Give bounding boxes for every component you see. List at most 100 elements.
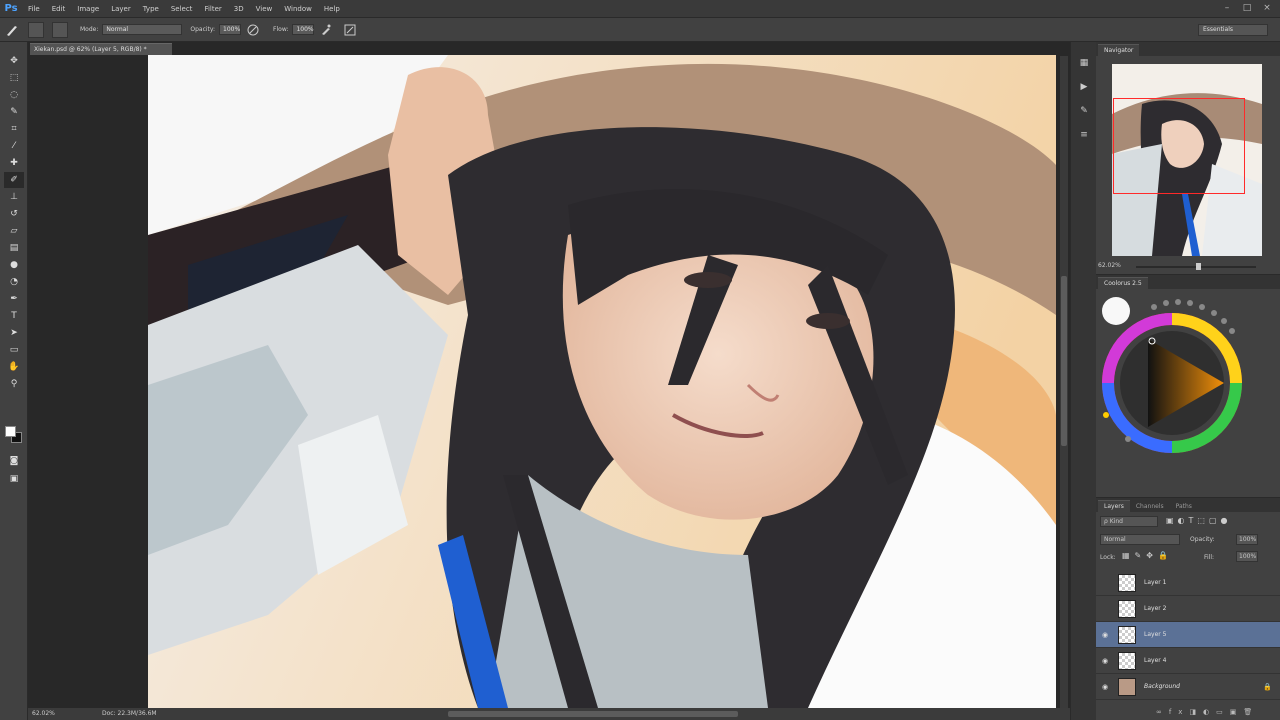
navigator-view-box[interactable] [1113,98,1245,194]
lock-icons[interactable]: ▦✎✥🔒 [1122,551,1173,560]
eye-icon[interactable]: ◉ [1096,631,1114,639]
mode-select[interactable]: Normal [102,24,183,35]
layers-tab[interactable]: Layers [1098,500,1130,512]
brush-panel-toggle-icon[interactable] [52,21,68,38]
document-tab[interactable]: Xiekan.psd @ 62% (Layer 5, RGB/8) * [30,43,172,55]
menu-file[interactable]: File [22,5,46,13]
history-brush-tool-icon[interactable]: ↺ [4,206,24,222]
horizontal-scroll-thumb[interactable] [448,711,738,717]
pressure-opacity-icon[interactable] [244,21,262,39]
pressure-size-icon[interactable] [341,21,359,39]
layer-row-layer-2[interactable]: Layer 2 [1096,596,1280,622]
layer-thumbnail [1118,677,1136,696]
vertical-scrollbar[interactable] [1060,56,1068,708]
lock-label: Lock: [1100,554,1116,561]
layer-filter-icons[interactable]: ▣◐T⬚▢● [1166,516,1232,525]
navigator-thumbnail[interactable] [1112,64,1262,256]
menu-layer[interactable]: Layer [105,5,137,13]
flow-field[interactable]: 100% [292,24,315,35]
navigator-zoom-slider[interactable] [1136,263,1256,270]
actions-panel-icon[interactable]: ▶ [1076,82,1092,98]
adjustments-icon[interactable]: ≡ [1076,130,1092,146]
layer-opacity-label: Opacity: [1190,536,1215,543]
coolorus-tab[interactable]: Coolorus 2.5 [1098,277,1148,289]
layer-filter-kind[interactable]: ρ Kind [1100,516,1158,527]
layer-row-background[interactable]: ◉ Background 🔒 [1096,674,1280,700]
brush-preset-picker[interactable] [28,21,44,38]
zoom-readout[interactable]: 62.02% [32,708,55,720]
menu-type[interactable]: Type [137,5,165,13]
airbrush-icon[interactable] [317,21,335,39]
blur-tool-icon[interactable]: ● [4,257,24,273]
eye-icon[interactable]: ◉ [1096,683,1114,691]
status-bar: 62.02% Doc: 22.3M/36.6M [28,708,1070,720]
menu-select[interactable]: Select [165,5,199,13]
navigator-zoom-field[interactable]: 62.02% [1098,262,1121,269]
flow-label: Flow: [273,26,289,33]
fill-field[interactable]: 100% [1236,551,1258,562]
maximize-button[interactable]: □ [1240,2,1254,14]
layer-bottom-icons[interactable]: ∞fx◨◐▭▣🗑 [1156,708,1259,716]
eraser-tool-icon[interactable]: ▱ [4,223,24,239]
opacity-field[interactable]: 100% [219,24,242,35]
lock-icon: 🔒 [1263,682,1272,691]
healing-tool-icon[interactable]: ✚ [4,155,24,171]
pen-tool-icon[interactable]: ✒ [4,291,24,307]
close-button[interactable]: × [1260,2,1274,14]
hand-tool-icon[interactable]: ✋ [4,359,24,375]
canvas-artwork[interactable] [148,55,1056,708]
menu-filter[interactable]: Filter [198,5,227,13]
foreground-color-swatch[interactable] [5,426,16,437]
document-area: Xiekan.psd @ 62% (Layer 5, RGB/8) * 62.0… [28,42,1070,720]
layer-name: Layer 5 [1144,631,1167,638]
vertical-scroll-thumb[interactable] [1061,276,1067,446]
lasso-tool-icon[interactable]: ◌ [4,87,24,103]
marquee-tool-icon[interactable]: ⬚ [4,70,24,86]
history-panel-icon[interactable]: ▦ [1076,58,1092,74]
paths-tab[interactable]: Paths [1170,501,1198,512]
layer-name: Layer 4 [1144,657,1167,664]
layer-name: Background [1144,683,1180,690]
menu-3d[interactable]: 3D [228,5,250,13]
layer-name: Layer 2 [1144,605,1167,612]
layer-opacity-field[interactable]: 100% [1236,534,1258,545]
blend-mode-select[interactable]: Normal [1100,534,1180,545]
type-tool-icon[interactable]: T [4,308,24,324]
move-tool-icon[interactable]: ✥ [4,53,24,69]
minimize-button[interactable]: – [1220,2,1234,14]
doc-size-readout[interactable]: Doc: 22.3M/36.6M [102,708,157,720]
layer-thumbnail [1118,573,1136,592]
menu-help[interactable]: Help [318,5,346,13]
layer-row-layer-5[interactable]: ◉ Layer 5 [1096,622,1280,648]
path-select-tool-icon[interactable]: ➤ [4,325,24,341]
brush-presets-icon[interactable]: ✎ [1076,106,1092,122]
shape-tool-icon[interactable]: ▭ [4,342,24,358]
crop-tool-icon[interactable]: ⌗ [4,121,24,137]
navigator-tab[interactable]: Navigator [1098,44,1140,56]
zoom-tool-icon[interactable]: ⚲ [4,376,24,392]
gradient-tool-icon[interactable]: ▤ [4,240,24,256]
photoshop-logo: Ps [4,3,18,14]
dodge-tool-icon[interactable]: ◔ [4,274,24,290]
menu-view[interactable]: View [250,5,279,13]
menu-window[interactable]: Window [278,5,318,13]
eyedropper-tool-icon[interactable]: ⁄ [4,138,24,154]
eye-icon[interactable]: ◉ [1096,657,1114,665]
brush-tool-icon-active[interactable]: ✐ [4,172,24,188]
color-wheel[interactable] [1096,289,1280,489]
menu-image[interactable]: Image [71,5,105,13]
layer-thumbnail [1118,625,1136,644]
navigator-zoom-knob[interactable] [1196,263,1201,270]
quick-select-tool-icon[interactable]: ✎ [4,104,24,120]
layer-row-layer-1[interactable]: Layer 1 [1096,570,1280,596]
mode-label: Mode: [80,26,99,33]
screen-mode-icon[interactable]: ▣ [4,471,24,487]
layer-thumbnail [1118,599,1136,618]
workspace-switcher[interactable]: Essentials [1198,24,1268,36]
menu-edit[interactable]: Edit [46,5,72,13]
clone-stamp-tool-icon[interactable]: ⊥ [4,189,24,205]
brush-tool-icon[interactable] [3,21,21,39]
quick-mask-icon[interactable]: ◙ [4,453,24,469]
layer-row-layer-4[interactable]: ◉ Layer 4 [1096,648,1280,674]
channels-tab[interactable]: Channels [1130,501,1170,512]
